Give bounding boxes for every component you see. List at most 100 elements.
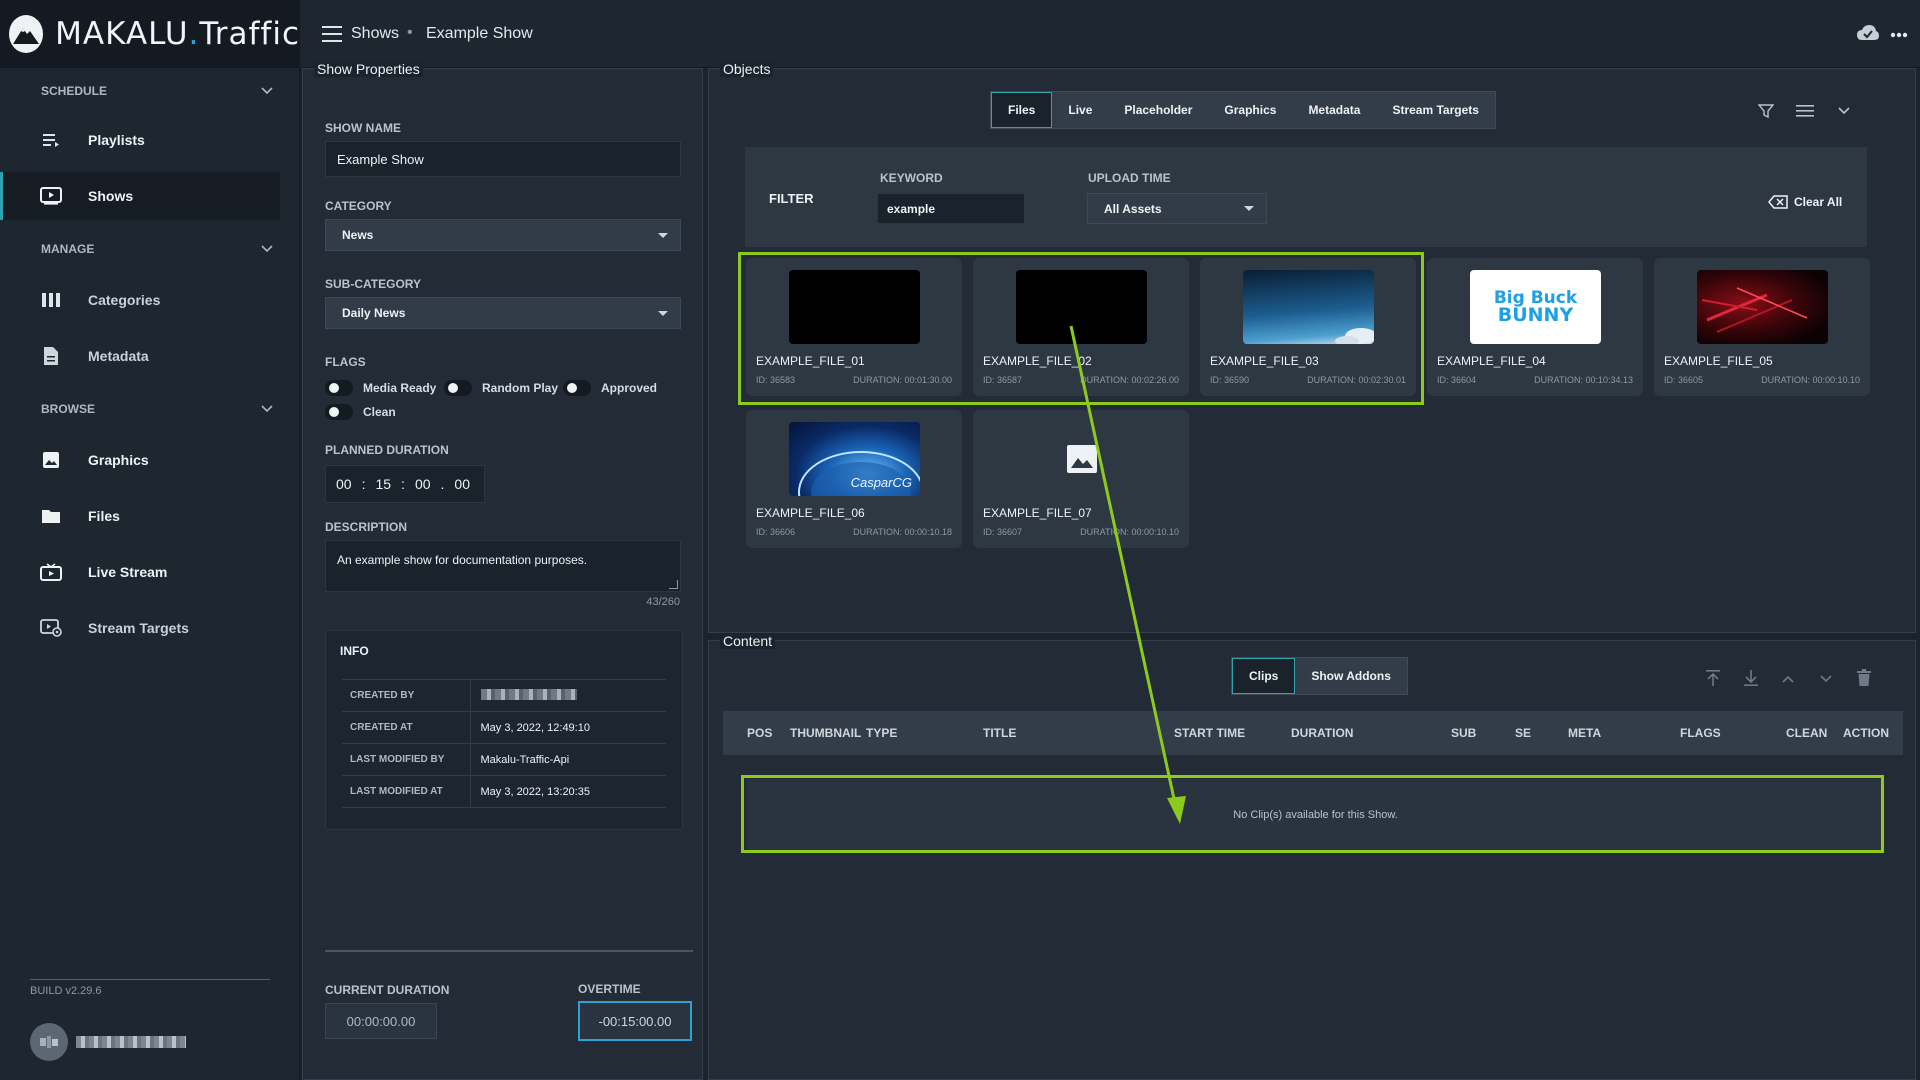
trash-icon[interactable] [1857,669,1871,687]
file-card[interactable]: EXAMPLE_FILE_02 ID: 36587 DURATION: 00:0… [973,258,1189,396]
chevron-up-icon[interactable] [1781,673,1795,685]
sidebar-item-stream-targets[interactable]: Stream Targets [0,604,280,652]
sidebar-section-manage[interactable]: MANAGE [41,242,94,256]
toggle-approved[interactable]: Approved [563,380,657,396]
move-bottom-icon[interactable] [1743,669,1759,687]
file-name: EXAMPLE_FILE_01 [756,354,865,368]
column-header[interactable]: CLEAN [1786,726,1827,740]
column-header[interactable]: TYPE [866,726,897,740]
file-card[interactable]: EXAMPLE_FILE_03 ID: 36590 DURATION: 00:0… [1200,258,1416,396]
duration-hours[interactable]: 00 [336,476,352,492]
column-header[interactable]: META [1568,726,1601,740]
toggle-random-play[interactable]: Random Play [444,380,558,396]
file-name: EXAMPLE_FILE_05 [1664,354,1773,368]
sidebar-item-graphics[interactable]: Graphics [0,436,280,484]
chevron-down-icon[interactable] [1837,105,1851,117]
panel-title: Show Properties [314,61,423,77]
play-box-icon [40,185,62,207]
keyword-input[interactable]: example [877,193,1025,224]
tab-placeholder[interactable]: Placeholder [1108,92,1208,128]
planned-duration-input[interactable]: 00 : 15 : 00 . 00 [325,465,485,503]
sidebar-section-schedule[interactable]: SCHEDULE [41,84,107,98]
sidebar-section-browse[interactable]: BROWSE [41,402,95,416]
move-top-icon[interactable] [1705,669,1721,687]
duration-frames[interactable]: 00 [454,476,470,492]
planned-duration-label: PLANNED DURATION [325,443,449,457]
caret-down-icon [658,233,668,238]
duration-minutes[interactable]: 15 [375,476,391,492]
tab-clips[interactable]: Clips [1232,658,1296,694]
overtime-value: -00:15:00.00 [578,1001,692,1041]
file-card[interactable]: CasparCG EXAMPLE_FILE_06 ID: 36606 DURAT… [746,410,962,548]
current-duration-value: 00:00:00.00 [325,1003,437,1039]
stream-target-icon [40,617,62,639]
hamburger-menu-icon[interactable] [322,26,342,42]
sidebar-item-shows[interactable]: Shows [0,172,280,220]
file-card[interactable]: EXAMPLE_FILE_01 ID: 36583 DURATION: 00:0… [746,258,962,396]
file-card[interactable]: EXAMPLE_FILE_07 ID: 36607 DURATION: 00:0… [973,410,1189,548]
thumbnail-text: BUNNY [1497,304,1574,326]
resize-handle-icon[interactable] [669,580,678,589]
file-name: EXAMPLE_FILE_04 [1437,354,1546,368]
empty-message: No Clip(s) available for this Show. [1233,809,1398,821]
toggle-media-ready[interactable]: Media Ready [325,380,436,396]
column-header[interactable]: ACTION [1843,726,1889,740]
column-header[interactable]: TITLE [983,726,1016,740]
duration-seconds[interactable]: 00 [415,476,431,492]
panel-title: Content [720,633,776,649]
filter-icon[interactable] [1758,103,1774,119]
list-view-icon[interactable] [1796,104,1814,118]
toggle-label: Random Play [482,381,559,395]
info-value: May 3, 2022, 12:49:10 [470,711,666,744]
toggle-clean[interactable]: Clean [325,404,396,420]
toggle-switch [325,404,353,420]
column-header[interactable]: FLAGS [1680,726,1721,740]
sidebar-item-categories[interactable]: Categories [0,276,280,324]
column-header[interactable]: POS [747,726,772,740]
column-header[interactable]: START TIME [1174,726,1245,740]
file-duration: DURATION: 00:02:26.00 [1080,375,1179,385]
app-logo[interactable]: MAKALU.Traffic [0,0,300,68]
column-header[interactable]: SUB [1451,726,1476,740]
thumbnail-globe: CasparCG [789,422,920,496]
file-id: ID: 36605 [1664,375,1704,385]
sidebar-item-label: Files [88,508,120,524]
subcategory-select[interactable]: Daily News [325,297,681,329]
chevron-down-icon[interactable] [260,84,274,98]
description-textarea[interactable]: An example show for documentation purpos… [325,540,681,592]
info-title: INFO [340,644,369,658]
column-header[interactable]: THUMBNAIL [790,726,861,740]
breadcrumb-shows[interactable]: Shows [351,25,399,43]
user-name-redacted[interactable] [76,1036,186,1048]
chevron-down-icon[interactable] [260,402,274,416]
description-char-count: 43/260 [646,596,680,608]
file-card[interactable]: Big Buck BUNNY EXAMPLE_FILE_04 ID: 36604… [1427,258,1643,396]
sidebar-item-live-stream[interactable]: Live Stream [0,548,280,596]
chevron-down-icon[interactable] [1819,673,1833,685]
avatar[interactable] [30,1023,68,1061]
sidebar-item-metadata[interactable]: Metadata [0,332,280,380]
tab-show-addons[interactable]: Show Addons [1295,658,1407,694]
tab-stream-targets[interactable]: Stream Targets [1376,92,1494,128]
sidebar-item-playlists[interactable]: Playlists [0,116,280,164]
column-header[interactable]: DURATION [1291,726,1353,740]
show-name-input[interactable]: Example Show [325,141,681,177]
column-header[interactable]: SE [1515,726,1531,740]
objects-tab-bar: Files Live Placeholder Graphics Metadata… [990,91,1496,129]
tab-graphics[interactable]: Graphics [1208,92,1292,128]
clear-all-button[interactable]: Clear All [1768,195,1842,209]
thumbnail-placeholder [1016,422,1147,496]
panel-title: Objects [720,61,774,77]
cloud-sync-icon[interactable] [1856,24,1880,45]
tab-metadata[interactable]: Metadata [1292,92,1376,128]
file-card[interactable]: EXAMPLE_FILE_05 ID: 36605 DURATION: 00:0… [1654,258,1870,396]
tab-live[interactable]: Live [1052,92,1108,128]
duration-separator: . [440,476,445,492]
tab-files[interactable]: Files [991,92,1053,128]
sidebar-item-files[interactable]: Files [0,492,280,540]
category-select[interactable]: News [325,219,681,251]
document-icon [40,345,62,367]
upload-time-select[interactable]: All Assets [1087,193,1267,224]
more-options-icon[interactable] [1890,24,1908,38]
chevron-down-icon[interactable] [260,242,274,256]
